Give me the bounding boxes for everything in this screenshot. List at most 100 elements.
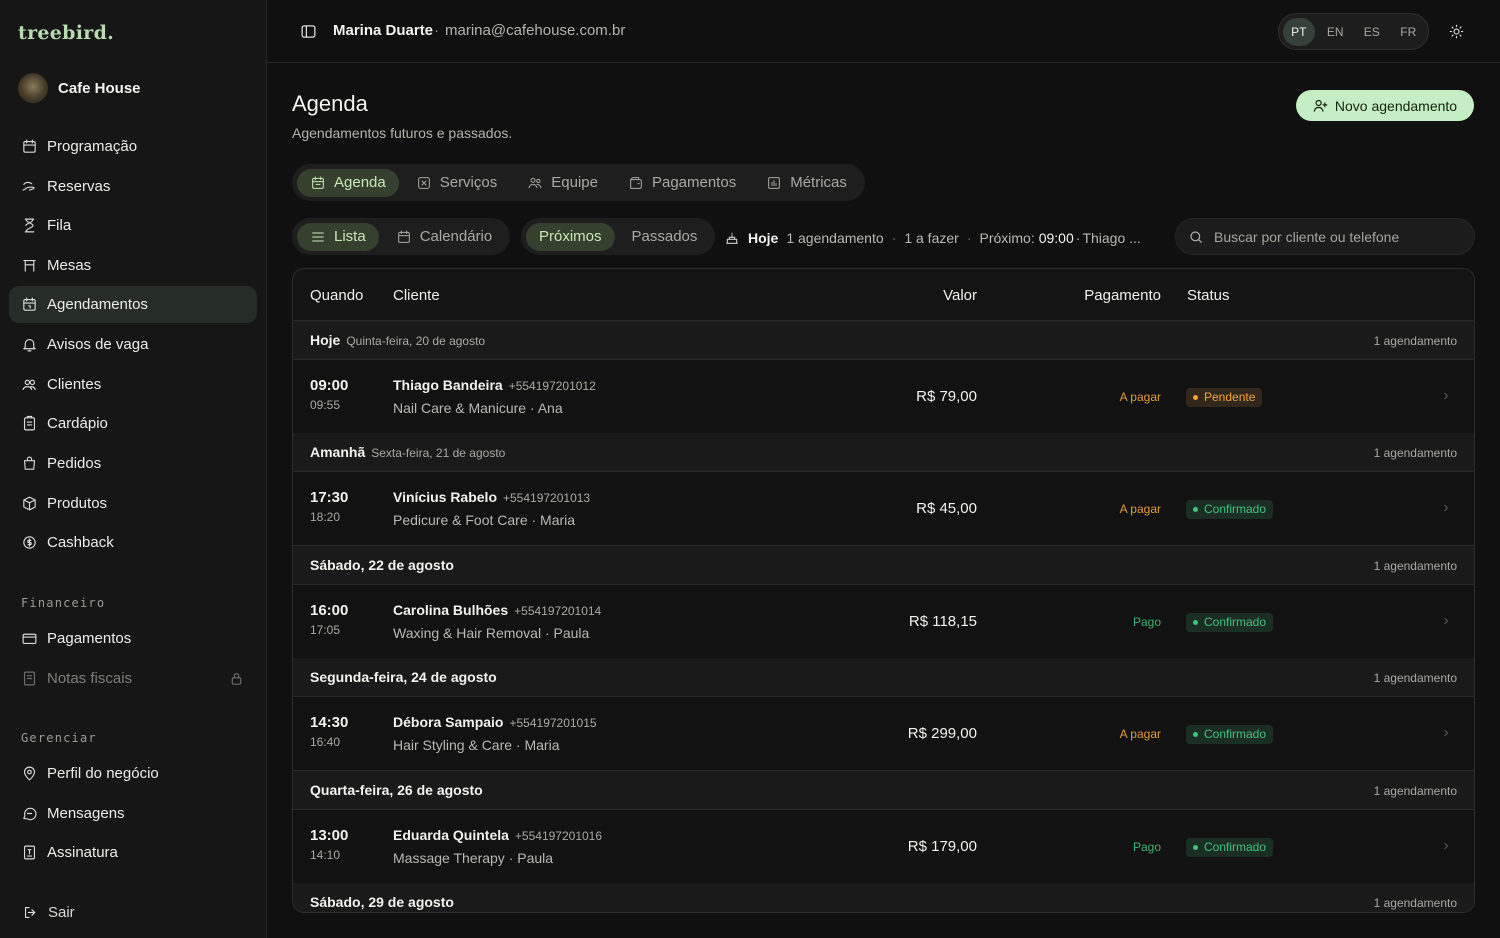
sidebar-item-reservas[interactable]: Reservas — [9, 168, 257, 205]
sidebar-item-assinatura[interactable]: Assinatura — [9, 834, 257, 871]
period-proximos[interactable]: Próximos — [526, 222, 615, 251]
sidebar-item-cashback[interactable]: Cashback — [9, 524, 257, 561]
group-title-text: Hoje — [310, 332, 341, 348]
view-lista[interactable]: Lista — [297, 222, 379, 251]
status-badge: Confirmado — [1186, 500, 1274, 519]
cake-icon — [726, 232, 738, 244]
group-title-text: Quarta-feira, 26 de agosto — [310, 782, 483, 798]
chevron-right-icon[interactable] — [1440, 727, 1452, 739]
group-count: 1 agendamento — [1373, 671, 1457, 685]
search-box — [1175, 218, 1475, 255]
sidebar-item-programacao[interactable]: Programação — [9, 128, 257, 165]
menu-book-icon — [23, 415, 36, 431]
header-value[interactable]: Valor — [943, 287, 977, 304]
tab-servicos[interactable]: Serviços — [403, 169, 511, 197]
logout-button[interactable]: Sair — [10, 894, 258, 931]
section-label-gerenciar: Gerenciar — [21, 731, 97, 745]
client-name: Thiago Bandeira +554197201012 — [393, 377, 596, 393]
search-input[interactable] — [1214, 228, 1464, 245]
sidebar-item-label: Avisos de vaga — [47, 336, 149, 353]
table-row[interactable]: 14:30 16:40 Débora Sampaio +554197201015 … — [293, 697, 1474, 771]
group-count: 1 agendamento — [1373, 559, 1457, 573]
chevron-right-icon[interactable] — [1440, 615, 1452, 627]
end-time: 09:55 — [310, 398, 341, 412]
tab-metricas[interactable]: Métricas — [753, 169, 860, 197]
period-passados[interactable]: Passados — [619, 223, 711, 251]
list-icon — [312, 232, 324, 241]
team-icon — [528, 177, 542, 188]
brand-logo[interactable]: treebird. — [18, 22, 114, 44]
group-title: Hoje Quinta-feira, 20 de agosto — [310, 332, 485, 348]
table-row[interactable]: 13:00 14:10 Eduarda Quintela +55419720101… — [293, 810, 1474, 884]
language-es[interactable]: ES — [1356, 18, 1388, 46]
group-title: Sábado, 29 de agosto — [310, 894, 454, 910]
calendar-icon — [397, 230, 410, 243]
bell-icon — [23, 338, 36, 352]
start-time: 17:30 — [310, 489, 349, 506]
date-group-header: Quarta-feira, 26 de agosto 1 agendamento — [293, 771, 1474, 810]
chevron-right-icon[interactable] — [1440, 502, 1452, 514]
sidebar-item-clientes[interactable]: Clientes — [9, 366, 257, 403]
sidebar-item-label: Assinatura — [47, 844, 118, 861]
sidebar-item-pedidos[interactable]: Pedidos — [9, 445, 257, 482]
client-phone: +554197201012 — [508, 379, 596, 393]
chevron-right-icon[interactable] — [1440, 390, 1452, 402]
sidebar-item-label: Produtos — [47, 495, 108, 512]
business-switcher[interactable]: Cafe House — [18, 73, 141, 103]
sidebar-item-pagamentos[interactable]: Pagamentos — [9, 620, 257, 657]
date-group-header: Sábado, 22 de agosto 1 agendamento — [293, 546, 1474, 585]
date-group-header: Hoje Quinta-feira, 20 de agosto 1 agendam… — [293, 321, 1474, 360]
user-email: marina@cafehouse.com.br — [445, 22, 626, 39]
tab-label: Pagamentos — [651, 174, 737, 191]
view-label: Calendário — [419, 228, 493, 245]
header-client[interactable]: Cliente — [393, 287, 440, 304]
sidebar-item-notas-fiscais[interactable]: Notas fiscais — [9, 660, 257, 697]
separator: · — [966, 230, 972, 246]
sidebar-item-fila[interactable]: Fila — [9, 207, 257, 244]
new-appointment-button[interactable]: Novo agendamento — [1296, 90, 1474, 121]
pin-icon — [23, 766, 36, 781]
sidebar-item-mesas[interactable]: Mesas — [9, 247, 257, 284]
sidebar-item-cardapio[interactable]: Cardápio — [9, 405, 257, 442]
sidebar-toggle-icon[interactable] — [300, 23, 317, 40]
table-row[interactable]: 09:00 09:55 Thiago Bandeira +554197201012… — [293, 360, 1474, 434]
tab-agenda[interactable]: Agenda — [297, 168, 399, 197]
client-phone: +554197201016 — [514, 829, 603, 843]
sidebar-item-label: Notas fiscais — [47, 670, 133, 687]
sidebar-item-avisos-de-vaga[interactable]: Avisos de vaga — [9, 326, 257, 363]
search-icon — [1190, 230, 1202, 243]
sidebar-item-mensagens[interactable]: Mensagens — [9, 795, 257, 832]
date-group-header: Amanhã Sexta-feira, 21 de agosto 1 agenda… — [293, 433, 1474, 472]
lock-icon — [231, 672, 242, 685]
tab-pagamentos[interactable]: Pagamentos — [615, 169, 749, 197]
section-tabs: Agenda Serviços Equipe Pagamentos Métric… — [292, 164, 865, 201]
wallet-icon — [630, 176, 642, 189]
sidebar-item-label: Programação — [47, 138, 138, 155]
sidebar-item-agendamentos[interactable]: Agendamentos — [9, 286, 257, 323]
client-phone: +554197201014 — [514, 604, 602, 618]
group-date: Sexta-feira, 21 de agosto — [371, 446, 506, 460]
sun-icon[interactable] — [1449, 24, 1464, 39]
header-status[interactable]: Status — [1187, 287, 1230, 304]
group-count: 1 agendamento — [1373, 784, 1457, 798]
language-pt[interactable]: PT — [1283, 17, 1315, 46]
language-en[interactable]: EN — [1320, 18, 1352, 46]
end-time: 18:20 — [310, 510, 341, 524]
appointment-value: R$ 118,15 — [908, 613, 977, 630]
header-when[interactable]: Quando — [310, 287, 363, 304]
header-payment[interactable]: Pagamento — [1084, 287, 1161, 304]
chevron-right-icon[interactable] — [1440, 840, 1452, 852]
page-subtitle: Agendamentos futuros e passados. — [292, 125, 513, 141]
view-calendario[interactable]: Calendário — [383, 223, 506, 251]
sidebar-item-perfil-do-negocio[interactable]: Perfil do negócio — [9, 755, 257, 792]
table-row[interactable]: 16:00 17:05 Carolina Bulhões +55419720101… — [293, 585, 1474, 659]
view-label: Lista — [334, 228, 366, 245]
sidebar-item-label: Agendamentos — [47, 296, 148, 313]
table-row[interactable]: 17:30 18:20 Vinícius Rabelo +554197201013… — [293, 472, 1474, 546]
page-title: Agenda — [292, 91, 368, 116]
sidebar-item-label: Mensagens — [47, 805, 125, 822]
tab-equipe[interactable]: Equipe — [514, 169, 611, 197]
language-fr[interactable]: FR — [1393, 18, 1425, 46]
section-label-financeiro: Financeiro — [21, 596, 106, 610]
sidebar-item-produtos[interactable]: Produtos — [9, 485, 257, 522]
